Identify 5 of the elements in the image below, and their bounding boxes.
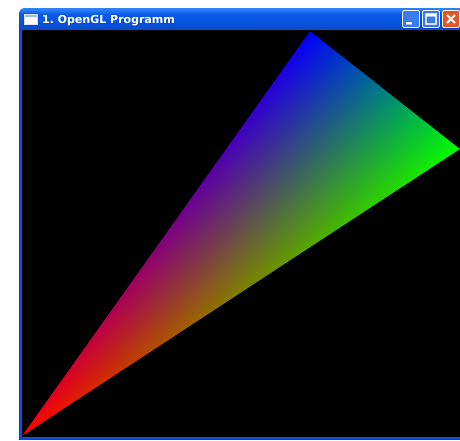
window-icon: [24, 14, 38, 24]
window-title: 1. OpenGL Programm: [42, 12, 176, 26]
close-button[interactable]: [442, 10, 460, 28]
minimize-button[interactable]: [402, 10, 420, 28]
maximize-button[interactable]: [422, 10, 440, 28]
